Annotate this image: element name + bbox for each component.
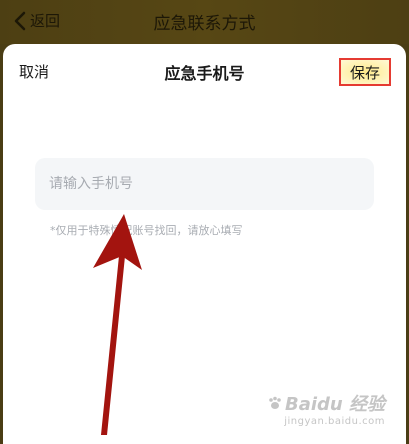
- watermark-url: jingyan.baidu.com: [284, 416, 385, 427]
- save-button[interactable]: 保存: [350, 62, 380, 83]
- bottom-sheet: 取消 应急手机号 保存 *仅用于特殊情况账号找回，请放心填写: [3, 44, 406, 444]
- phone-input[interactable]: [35, 158, 374, 210]
- sheet-header: 取消 应急手机号 保存: [3, 44, 406, 100]
- watermark-logo: Baidu 经验: [267, 390, 385, 416]
- watermark: Baidu 经验 jingyan.baidu.com: [267, 390, 385, 427]
- paw-icon: [269, 396, 281, 409]
- page-title: 应急联系方式: [153, 14, 256, 34]
- top-bar: 返回 应急联系方式: [0, 0, 409, 44]
- save-highlight-box: 保存: [339, 58, 391, 86]
- hint-text: *仅用于特殊情况账号找回，请放心填写: [50, 224, 243, 237]
- watermark-logo-text: Baidu 经验: [284, 394, 385, 415]
